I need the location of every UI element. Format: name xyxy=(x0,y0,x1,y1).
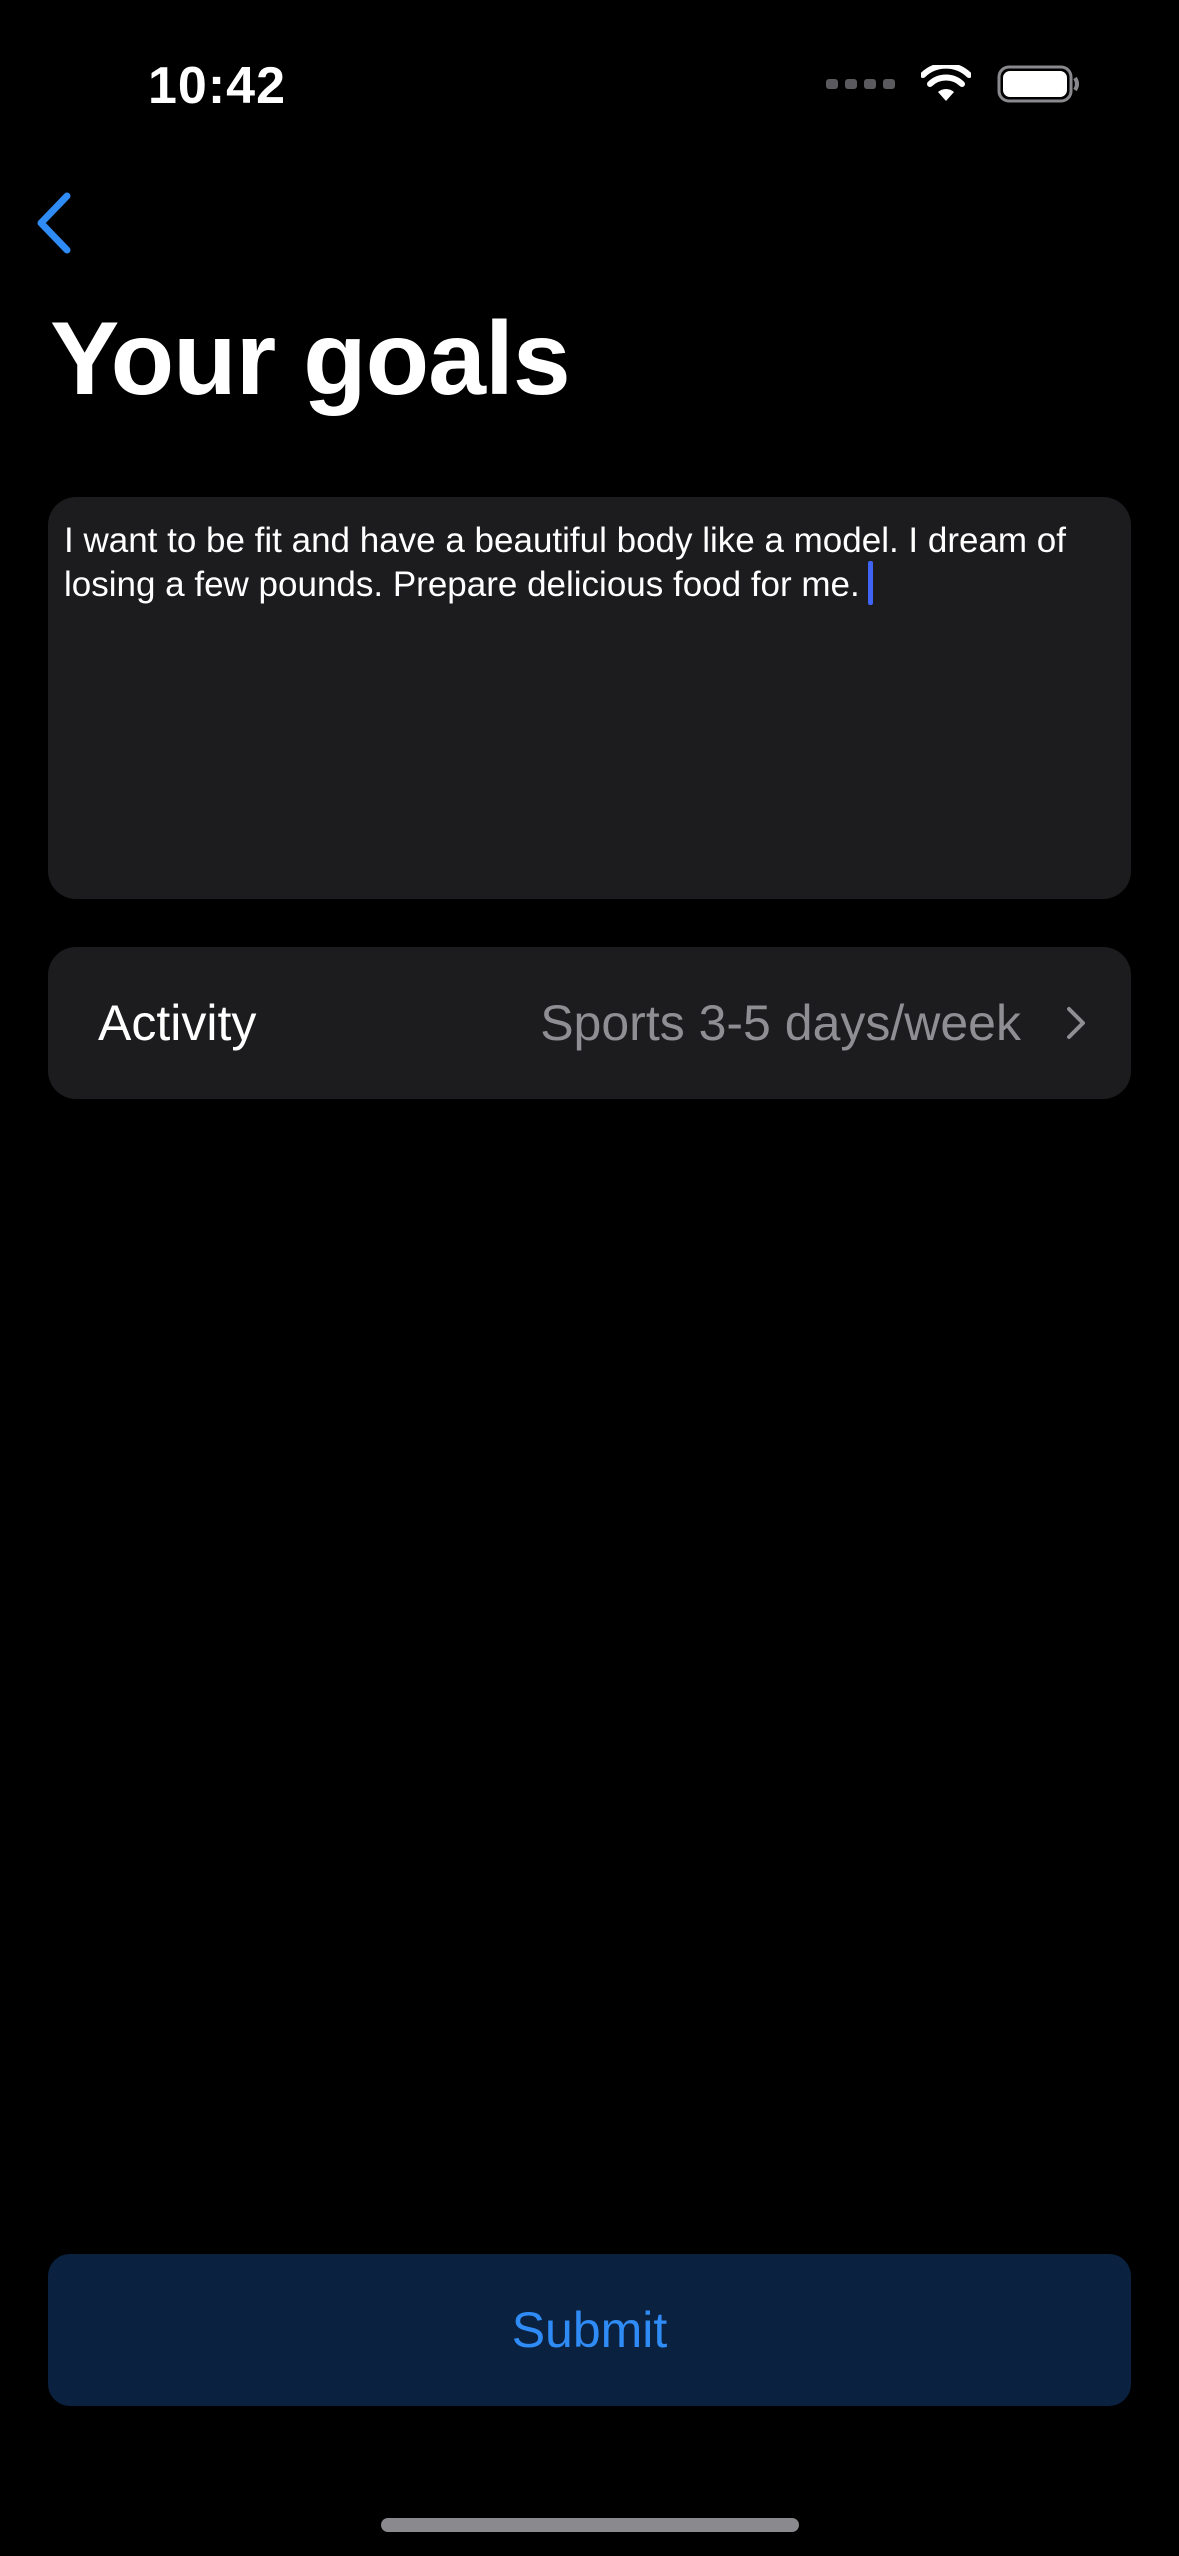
back-button[interactable] xyxy=(18,190,88,260)
activity-label: Activity xyxy=(98,995,257,1051)
goals-text-area[interactable]: I want to be fit and have a beautiful bo… xyxy=(48,497,1131,899)
activity-value: Sports 3-5 days/week xyxy=(540,995,1021,1051)
text-cursor xyxy=(867,561,873,605)
battery-icon xyxy=(997,64,1081,104)
activity-row[interactable]: Activity Sports 3-5 days/week xyxy=(48,947,1131,1099)
status-icons xyxy=(826,64,1081,104)
status-time: 10:42 xyxy=(148,57,286,115)
chevron-right-icon xyxy=(1065,1005,1087,1041)
chevron-left-icon xyxy=(33,192,73,259)
home-indicator[interactable] xyxy=(381,2518,799,2532)
page-title: Your goals xyxy=(50,301,571,417)
goals-text-content[interactable]: I want to be fit and have a beautiful bo… xyxy=(64,521,1103,605)
wifi-icon xyxy=(921,65,971,103)
submit-button[interactable]: Submit xyxy=(48,2254,1131,2406)
goals-text-value: I want to be fit and have a beautiful bo… xyxy=(64,521,1076,604)
cellular-signal-icon xyxy=(826,79,895,89)
